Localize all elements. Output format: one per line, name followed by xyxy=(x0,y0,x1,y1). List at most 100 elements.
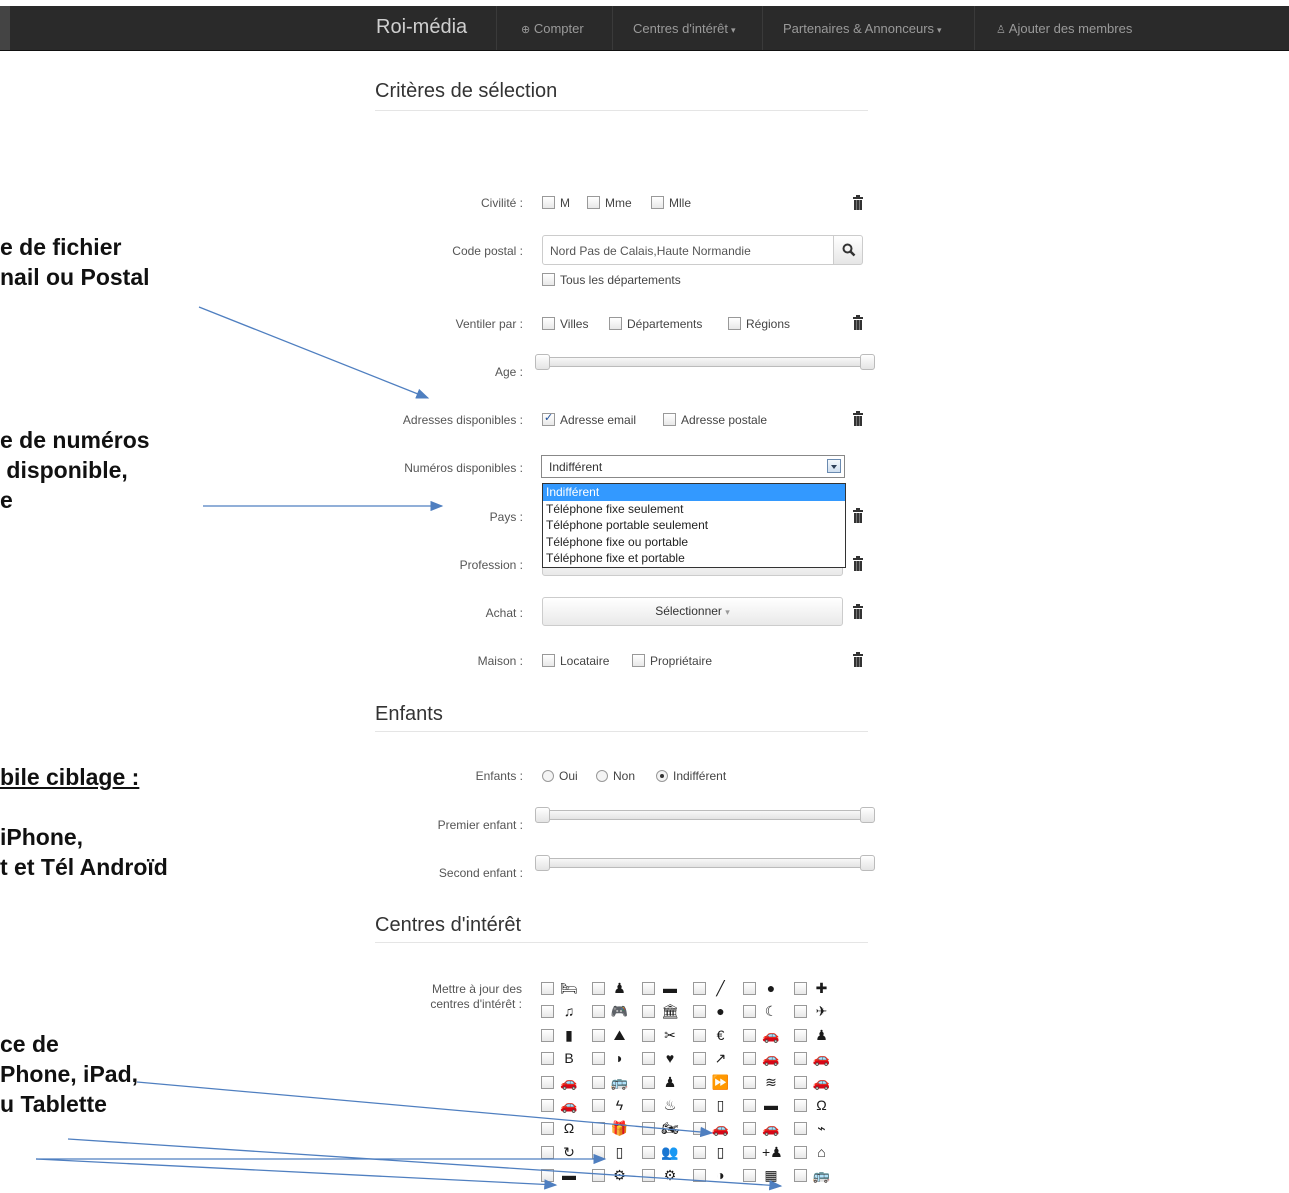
slider-handle-min[interactable] xyxy=(535,855,550,871)
checkbox[interactable] xyxy=(541,1052,554,1066)
enfants-non[interactable]: Non xyxy=(596,769,635,783)
interest-item[interactable]: ▬ xyxy=(743,1096,793,1114)
checkbox[interactable] xyxy=(541,982,554,995)
interest-item[interactable]: 👥 xyxy=(642,1143,692,1161)
interest-item[interactable]: 🚗 xyxy=(541,1073,591,1091)
interest-item[interactable]: ⌁ xyxy=(793,1119,844,1137)
dropdown-option[interactable]: Indifférent xyxy=(543,484,845,501)
checkbox[interactable] xyxy=(642,1122,655,1136)
checkbox[interactable] xyxy=(793,1028,807,1042)
interest-item[interactable]: ⚙ xyxy=(642,1166,692,1184)
checkbox[interactable] xyxy=(542,654,555,668)
numeros-dropdown-list[interactable]: Indifférent Téléphone fixe seulement Tél… xyxy=(542,483,846,568)
civilite-mme[interactable]: Mme xyxy=(587,196,632,210)
checkbox[interactable] xyxy=(692,1075,706,1089)
interest-item[interactable]: ✚ xyxy=(793,979,844,997)
interest-item[interactable]: ♟ xyxy=(642,1073,692,1091)
trash-icon[interactable] xyxy=(853,652,863,667)
interest-item[interactable]: 🏛 xyxy=(642,1002,692,1020)
trash-icon[interactable] xyxy=(853,556,863,571)
checkbox[interactable] xyxy=(793,1099,807,1112)
checkbox[interactable] xyxy=(642,1028,655,1042)
interest-item[interactable]: ↗ xyxy=(692,1049,743,1067)
interest-item[interactable]: € xyxy=(692,1026,743,1044)
checkbox[interactable] xyxy=(743,1122,756,1136)
checkbox[interactable] xyxy=(793,982,807,995)
checkbox[interactable] xyxy=(642,982,655,995)
interest-item[interactable]: ◗ xyxy=(591,1049,642,1067)
checkbox[interactable] xyxy=(793,1145,807,1159)
code-postal-input[interactable]: Nord Pas de Calais,Haute Normandie xyxy=(542,235,834,265)
checkbox[interactable] xyxy=(541,1005,554,1019)
interest-item[interactable]: +♟ xyxy=(743,1143,793,1161)
checkbox[interactable] xyxy=(591,1028,605,1042)
checkbox[interactable] xyxy=(642,1099,655,1112)
trash-icon[interactable] xyxy=(853,195,863,210)
interest-item[interactable]: ▬ xyxy=(541,1166,591,1184)
checkbox[interactable] xyxy=(591,982,605,995)
interest-item[interactable]: ▯ xyxy=(692,1143,743,1161)
interest-item[interactable]: 🎮 xyxy=(591,1002,642,1020)
interest-item[interactable]: ▯ xyxy=(591,1143,642,1161)
checkbox[interactable] xyxy=(541,1169,554,1183)
checkbox[interactable] xyxy=(728,317,741,331)
premier-enfant-slider[interactable] xyxy=(535,807,875,823)
dropdown-option[interactable]: Téléphone fixe et portable xyxy=(543,550,845,567)
checkbox[interactable] xyxy=(692,1169,706,1183)
interest-item[interactable]: ≋ xyxy=(743,1073,793,1091)
slider-handle-max[interactable] xyxy=(860,855,875,871)
interest-item[interactable]: ⌂ xyxy=(793,1143,844,1161)
checkbox[interactable] xyxy=(692,1005,706,1019)
brand-logo[interactable]: Roi-média xyxy=(376,16,467,39)
interest-item[interactable]: ♨ xyxy=(642,1096,692,1114)
trash-icon[interactable] xyxy=(853,411,863,426)
search-button[interactable] xyxy=(833,235,863,265)
dropdown-option[interactable]: Téléphone fixe seulement xyxy=(543,501,845,518)
checkbox[interactable] xyxy=(541,1028,554,1042)
checkbox[interactable] xyxy=(743,1145,756,1159)
interest-item[interactable]: 🚗 xyxy=(541,1096,591,1114)
ventiler-regions[interactable]: Régions xyxy=(728,317,790,331)
interest-item[interactable]: ▯ xyxy=(692,1096,743,1114)
slider-handle-max[interactable] xyxy=(860,807,875,823)
interest-item[interactable]: ϟ xyxy=(591,1096,642,1114)
checkbox[interactable] xyxy=(591,1075,605,1089)
checkbox[interactable] xyxy=(642,1169,655,1183)
checkbox[interactable] xyxy=(591,1169,605,1183)
checkbox[interactable] xyxy=(541,1075,554,1089)
checkbox[interactable] xyxy=(587,196,600,210)
dropdown-option[interactable]: Téléphone fixe ou portable xyxy=(543,534,845,551)
interest-item[interactable]: ⚙ xyxy=(591,1166,642,1184)
checkbox-checked[interactable] xyxy=(542,411,555,427)
checkbox[interactable] xyxy=(609,317,622,331)
interest-item[interactable]: ☾ xyxy=(743,1002,793,1020)
checkbox[interactable] xyxy=(642,1075,655,1089)
interest-item[interactable]: ▬ xyxy=(642,979,692,997)
interest-item[interactable]: ⏩ xyxy=(692,1073,743,1091)
checkbox[interactable] xyxy=(793,1005,807,1019)
checkbox[interactable] xyxy=(793,1122,807,1136)
interest-item[interactable]: ╱ xyxy=(692,979,743,997)
interest-item[interactable]: 🚗 xyxy=(743,1026,793,1044)
numeros-select[interactable]: Indifférent xyxy=(541,455,845,478)
interest-item[interactable]: ♫ xyxy=(541,1002,591,1020)
checkbox[interactable] xyxy=(642,1145,655,1159)
ventiler-departements[interactable]: Départements xyxy=(609,317,702,331)
checkbox[interactable] xyxy=(642,1052,655,1066)
checkbox[interactable] xyxy=(651,196,664,210)
checkbox[interactable] xyxy=(743,1005,756,1019)
checkbox[interactable] xyxy=(541,1122,554,1136)
trash-icon[interactable] xyxy=(853,315,863,330)
checkbox[interactable] xyxy=(743,1075,756,1089)
interest-item[interactable]: ♟ xyxy=(793,1026,844,1044)
checkbox[interactable] xyxy=(663,413,676,427)
checkbox[interactable] xyxy=(541,1145,554,1159)
nav-centres-interet[interactable]: Centres d'intérêt ▾ xyxy=(633,21,736,36)
checkbox[interactable] xyxy=(743,1099,756,1112)
trash-icon[interactable] xyxy=(853,508,863,523)
interest-item[interactable]: 🏍 xyxy=(642,1119,692,1137)
checkbox[interactable] xyxy=(793,1052,807,1066)
interest-item[interactable]: ♟ xyxy=(591,979,642,997)
checkbox[interactable] xyxy=(743,982,756,995)
nav-compter[interactable]: ⊕ Compter xyxy=(521,21,584,36)
